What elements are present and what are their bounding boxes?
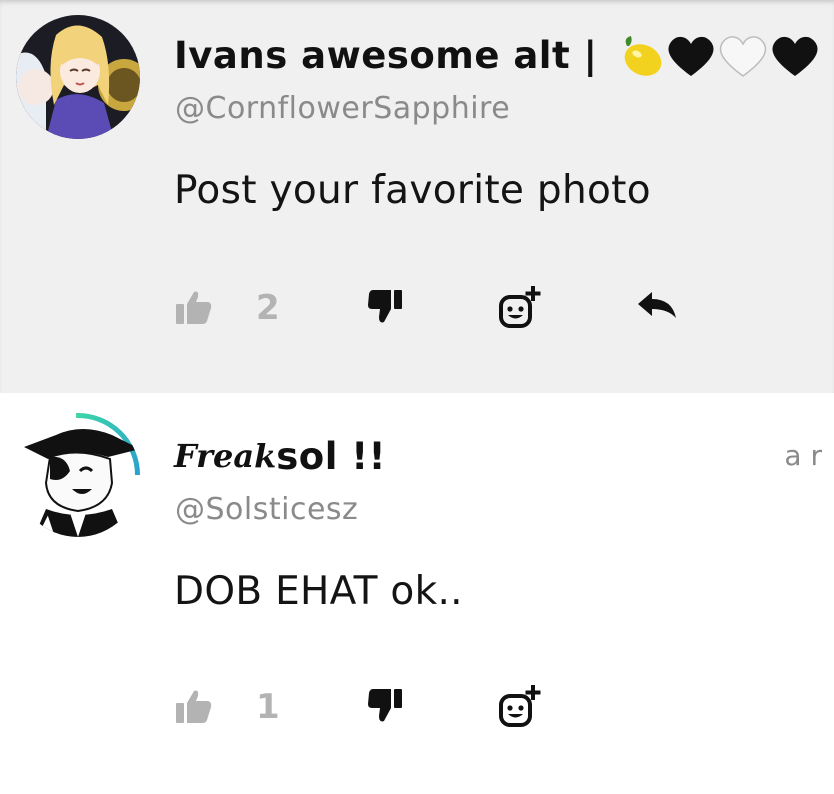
add-reaction-icon [499, 286, 541, 328]
reply-icon [638, 292, 676, 318]
comment-body: Post your favorite photo [174, 168, 651, 213]
author-name-emojis [617, 34, 821, 78]
author-name-text: sol !! [276, 435, 387, 478]
add-reaction-button[interactable] [498, 286, 542, 330]
dislike-button[interactable] [368, 290, 402, 324]
timestamp: a r [784, 439, 822, 472]
comment-body: DOB EHAT ok.. [174, 569, 463, 614]
comment-item: Freaksol !! a r @Solsticesz DOB EHAT ok.… [0, 393, 834, 794]
dislike-button[interactable] [368, 689, 402, 723]
comment-actions: 2 [0, 280, 834, 340]
black-heart-icon [772, 36, 818, 76]
avatar-image [16, 15, 140, 139]
add-reaction-icon [499, 685, 541, 727]
author-handle[interactable]: @Solsticesz [175, 492, 358, 527]
black-heart-icon [668, 36, 714, 76]
like-count: 1 [256, 687, 280, 727]
author-name-text: Ivans awesome alt | [174, 34, 598, 77]
thumbs-up-icon [176, 291, 212, 324]
author-name[interactable]: Freaksol !! [174, 433, 386, 478]
avatar[interactable] [16, 15, 140, 139]
reply-button[interactable] [638, 292, 678, 322]
thumbs-down-icon [368, 290, 402, 323]
like-button[interactable] [176, 290, 212, 324]
like-button[interactable] [176, 689, 212, 723]
author-name-script: Freak [174, 437, 277, 475]
white-heart-icon [719, 35, 767, 77]
avatar-image [16, 413, 140, 537]
comment-item: Ivans awesome alt | @CornflowerSapphire … [0, 0, 834, 393]
avatar[interactable] [16, 413, 140, 537]
author-handle[interactable]: @CornflowerSapphire [175, 91, 510, 126]
author-name[interactable]: Ivans awesome alt | [174, 32, 821, 78]
comment-feed: Ivans awesome alt | @CornflowerSapphire … [0, 0, 834, 794]
like-count: 2 [256, 288, 280, 328]
comment-actions: 1 [0, 679, 834, 739]
thumbs-up-icon [176, 690, 212, 723]
lemon-icon [624, 35, 662, 76]
thumbs-down-icon [368, 689, 402, 722]
add-reaction-button[interactable] [498, 685, 542, 729]
